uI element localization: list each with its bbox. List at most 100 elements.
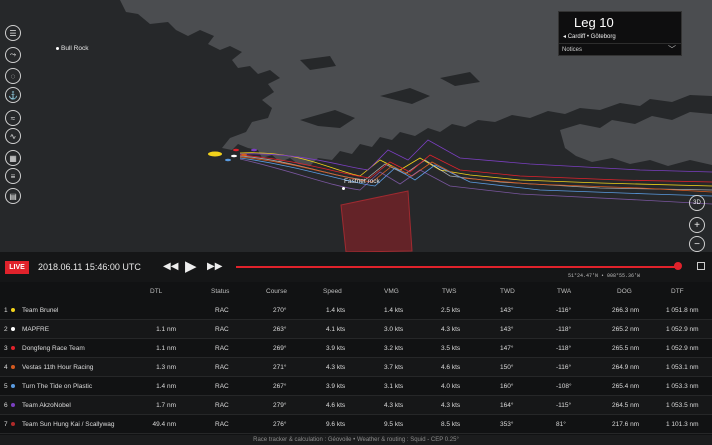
zoom-out-button[interactable]: − (689, 236, 705, 252)
team-name-cell: MAPFRE (22, 326, 50, 333)
dtf-cell: 1 052.9 nm (666, 345, 699, 352)
race-map[interactable]: Bull Rock Fastnet rock ☰ ⤳ ◌ ⚓ ≈ ∿ ▦ ≡ ▤… (0, 0, 712, 252)
rewind-icon[interactable]: ◀◀ (163, 261, 178, 272)
status-cell: RAC (215, 307, 229, 314)
status-cell: RAC (215, 326, 229, 333)
col-header-dtl[interactable]: DTL (150, 288, 162, 295)
tws-cell: 3.5 kts (441, 345, 461, 352)
tws-cell: 2.5 kts (441, 307, 461, 314)
speed-cell: 4.6 kts (326, 402, 346, 409)
status-cell: RAC (215, 364, 229, 371)
layers-icon[interactable]: ≡ (5, 168, 21, 184)
dtf-cell: 1 101.3 nm (666, 421, 699, 428)
timeline-thumb[interactable] (674, 262, 682, 270)
forward-icon[interactable]: ▶▶ (207, 261, 222, 272)
timeline-slider[interactable] (236, 266, 678, 268)
team-name-cell: Team Sun Hung Kai / Scallywag (22, 421, 115, 428)
col-header-tws[interactable]: TWS (442, 288, 456, 295)
status-cell: RAC (215, 383, 229, 390)
boat-turn-the-tide[interactable] (225, 158, 231, 162)
chevron-down-icon[interactable]: ﹀ (668, 44, 676, 55)
col-header-twa[interactable]: TWA (557, 288, 571, 295)
tws-cell: 4.0 kts (441, 383, 461, 390)
boat-dongfeng[interactable] (233, 148, 239, 152)
col-header-vmg[interactable]: VMG (384, 288, 399, 295)
col-header-dtf[interactable]: DTF (671, 288, 684, 295)
status-cell: RAC (215, 421, 229, 428)
table-row[interactable]: 2 MAPFRE 1.1 nm RAC 263° 4.1 kts 3.0 kts 4.3 kt… (0, 320, 712, 339)
speed-cell: 3.9 kts (326, 383, 346, 390)
boat-team-brunel[interactable] (208, 151, 222, 157)
rank-cell: 7 (4, 421, 8, 428)
wind-icon[interactable]: ≈ (5, 110, 21, 126)
map-label-bull-rock: Bull Rock (56, 45, 88, 52)
team-color-dot (11, 308, 15, 312)
dtf-cell: 1 053.1 nm (666, 364, 699, 371)
fullscreen-icon[interactable] (697, 262, 705, 270)
col-header-speed[interactable]: Speed (323, 288, 342, 295)
leg-selector[interactable]: Leg 10 ◂ Cardiff • Göteborg Notices ﹀ (558, 11, 682, 56)
twa-cell: -118° (556, 326, 572, 333)
dog-cell: 266.3 nm (612, 307, 640, 314)
team-name-cell: Dongfeng Race Team (22, 345, 85, 352)
team-name-cell: Vestas 11th Hour Racing (22, 364, 94, 371)
status-cell: RAC (215, 402, 229, 409)
dtf-cell: 1 053.5 nm (666, 402, 699, 409)
col-header-status[interactable]: Status (211, 288, 229, 295)
boat-akzonobel[interactable] (251, 148, 257, 152)
col-header-twd[interactable]: TWD (500, 288, 515, 295)
speed-cell: 3.9 kts (326, 345, 346, 352)
grid-icon[interactable]: ▦ (5, 150, 21, 166)
dtf-cell: 1 053.3 nm (666, 383, 699, 390)
table-header: DTL Status Course Speed VMG TWS TWD TWA … (0, 282, 712, 301)
live-button[interactable]: LIVE (5, 261, 29, 274)
col-header-dog[interactable]: DOG (617, 288, 632, 295)
boat-vestas[interactable] (241, 153, 247, 157)
dtl-cell: 1.4 nm (156, 383, 176, 390)
track-icon[interactable]: ∿ (5, 128, 21, 144)
table-row[interactable]: 5 Turn The Tide on Plastic 1.4 nm RAC 267° 3.… (0, 377, 712, 396)
rank-cell: 5 (4, 383, 8, 390)
rank-cell: 4 (4, 364, 8, 371)
ranking-icon[interactable]: ▤ (5, 188, 21, 204)
table-row[interactable]: 6 Team AkzoNobel 1.7 nm RAC 279° 4.6 kts 4.3 k… (0, 396, 712, 415)
boat-icon[interactable]: ⚓ (5, 87, 21, 103)
menu-icon[interactable]: ☰ (5, 25, 21, 41)
boat-mapfre[interactable] (231, 154, 237, 158)
speed-cell: 4.1 kts (326, 326, 346, 333)
vmg-cell: 9.5 kts (384, 421, 404, 428)
team-color-dot (11, 384, 15, 388)
dtl-cell: 1.7 nm (156, 402, 176, 409)
col-header-course[interactable]: Course (266, 288, 287, 295)
table-row[interactable]: 4 Vestas 11th Hour Racing 1.3 nm RAC 271° 4.3… (0, 358, 712, 377)
rank-cell: 2 (4, 326, 8, 333)
leg-title: Leg 10 (574, 15, 614, 30)
route-icon[interactable]: ⤳ (5, 47, 21, 63)
play-icon[interactable]: ▶ (185, 257, 197, 275)
timeline-datetime: 2018.06.11 15:46:00 UTC (38, 262, 141, 272)
table-row[interactable]: 1 Team Brunel RAC 270° 1.4 kts 1.4 kts 2.5 kts… (0, 301, 712, 320)
vmg-cell: 3.0 kts (384, 326, 404, 333)
twa-cell: -116° (556, 307, 572, 314)
team-color-dot (11, 365, 15, 369)
compass-icon[interactable]: ◌ (5, 68, 21, 84)
vmg-cell: 3.7 kts (384, 364, 404, 371)
zoom-in-button[interactable]: + (689, 217, 705, 233)
team-color-dot (11, 346, 15, 350)
twa-cell: -116° (556, 364, 572, 371)
view-3d-button[interactable]: 3D (689, 195, 705, 211)
course-cell: 279° (273, 402, 287, 409)
map-label-fastnet-rock: Fastnet rock (342, 178, 380, 192)
notices-label[interactable]: Notices (562, 47, 582, 53)
course-cell: 263° (273, 326, 287, 333)
table-row[interactable]: 7 Team Sun Hung Kai / Scallywag 49.4 nm RAC… (0, 415, 712, 434)
credits-footer: Race tracker & calculation : Géovoile • … (0, 435, 712, 445)
course-cell: 276° (273, 421, 287, 428)
speed-cell: 9.6 kts (326, 421, 346, 428)
dtf-cell: 1 051.8 nm (666, 307, 699, 314)
table-row[interactable]: 3 Dongfeng Race Team 1.1 nm RAC 269° 3.9 kts 3… (0, 339, 712, 358)
dog-cell: 264.5 nm (612, 402, 640, 409)
tws-cell: 4.3 kts (441, 402, 461, 409)
dtf-cell: 1 052.9 nm (666, 326, 699, 333)
dtl-cell: 1.3 nm (156, 364, 176, 371)
